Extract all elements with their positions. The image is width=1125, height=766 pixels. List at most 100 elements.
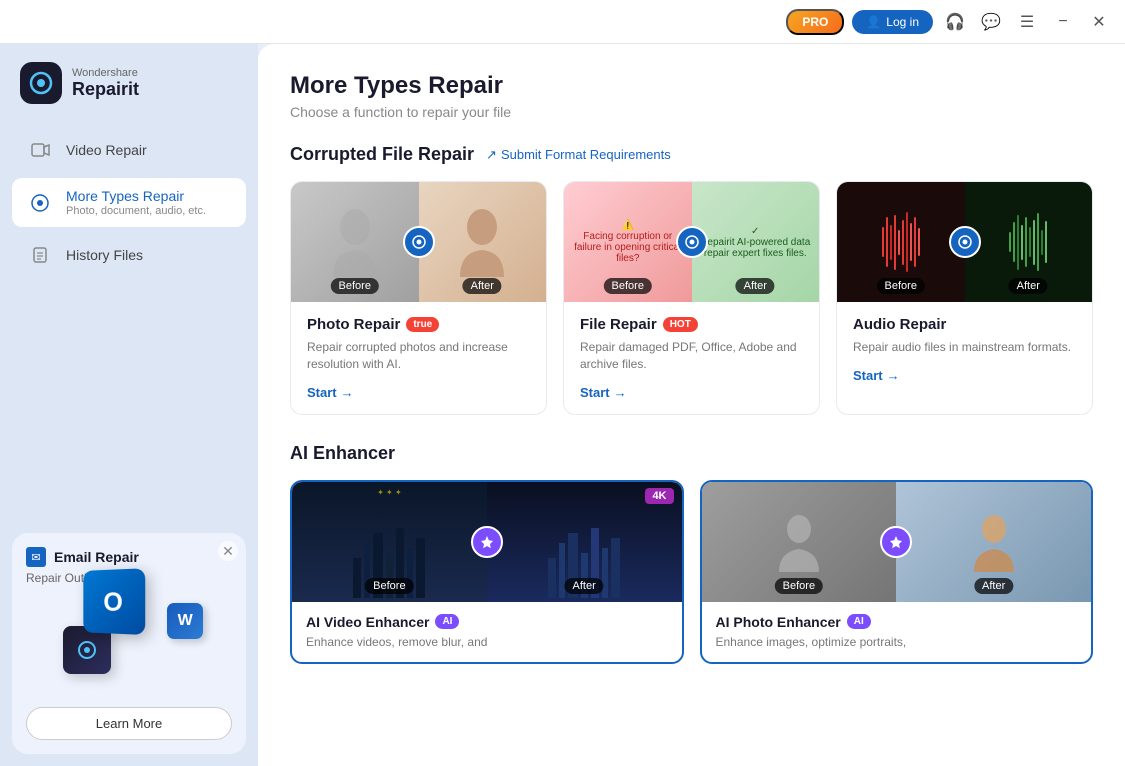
ai-photo-image: Before After bbox=[702, 482, 1092, 602]
title-bar: PRO 👤 Log in 🎧 💬 ☰ − ✕ bbox=[0, 0, 1125, 44]
audio-repair-card[interactable]: Before bbox=[836, 181, 1093, 415]
chat-icon[interactable]: 💬 bbox=[977, 8, 1005, 36]
video-repair-icon bbox=[26, 136, 54, 164]
submit-format-link[interactable]: ↗ Submit Format Requirements bbox=[486, 147, 671, 163]
ai-video-after: 4K After bbox=[487, 482, 682, 602]
ai-photo-title: AI Photo Enhancer bbox=[716, 614, 841, 630]
arrow-icon: → bbox=[614, 385, 627, 400]
ai-photo-icon bbox=[880, 526, 912, 558]
file-repair-image: ⚠️ Facing corruption or failure in openi… bbox=[564, 182, 819, 302]
history-files-label: History Files bbox=[66, 247, 143, 263]
sidebar: Wondershare Repairit Video Repair More T… bbox=[0, 44, 258, 766]
file-repair-icon bbox=[676, 226, 708, 258]
audio-repair-image: Before bbox=[837, 182, 1092, 302]
login-button[interactable]: 👤 Log in bbox=[852, 10, 933, 34]
file-after-label: After bbox=[736, 278, 775, 294]
ai-photo-before-label: Before bbox=[775, 578, 823, 594]
audio-repair-desc: Repair audio files in mainstream formats… bbox=[853, 339, 1076, 356]
ai-video-before: ✦ ✦ ✦ Before bbox=[292, 482, 487, 602]
arrow-icon: → bbox=[341, 385, 354, 400]
pro-badge[interactable]: PRO bbox=[786, 9, 844, 35]
promo-title: Email Repair bbox=[54, 549, 139, 565]
brand-name: Wondershare bbox=[72, 67, 139, 79]
minimize-button[interactable]: − bbox=[1049, 8, 1077, 36]
email-icon: ✉ bbox=[26, 547, 46, 567]
ai-video-icon bbox=[471, 526, 503, 558]
ai-video-badge: AI bbox=[435, 614, 459, 629]
photo-repair-title: Photo Repair bbox=[307, 316, 400, 333]
file-repair-card[interactable]: ⚠️ Facing corruption or failure in openi… bbox=[563, 181, 820, 415]
repair-cards-grid: Before After bbox=[290, 181, 1093, 415]
external-link-icon: ↗ bbox=[486, 147, 497, 163]
before-label: Before bbox=[331, 278, 379, 294]
file-repair-start[interactable]: Start → bbox=[580, 385, 627, 400]
fourk-badge: 4K bbox=[645, 488, 673, 504]
ai-enhancer-section-header: AI Enhancer bbox=[290, 443, 1093, 464]
promo-illustration: O W bbox=[26, 593, 232, 703]
audio-before: Before bbox=[837, 182, 965, 302]
photo-repair-icon bbox=[403, 226, 435, 258]
ai-photo-after: After bbox=[896, 482, 1091, 602]
learn-more-button[interactable]: Learn More bbox=[26, 707, 232, 740]
sidebar-item-history-files[interactable]: History Files bbox=[12, 231, 246, 279]
arrow-icon: → bbox=[887, 368, 900, 383]
photo-repair-hot-badge: true bbox=[406, 317, 439, 332]
menu-icon[interactable]: ☰ bbox=[1013, 8, 1041, 36]
main-content: More Types Repair Choose a function to r… bbox=[258, 44, 1125, 766]
sidebar-item-video-repair[interactable]: Video Repair bbox=[12, 126, 246, 174]
history-files-icon bbox=[26, 241, 54, 269]
ai-video-desc: Enhance videos, remove blur, and bbox=[306, 634, 668, 651]
ai-video-title: AI Video Enhancer bbox=[306, 614, 429, 630]
after-label: After bbox=[463, 278, 502, 294]
more-types-sub: Photo, document, audio, etc. bbox=[66, 205, 206, 217]
page-title: More Types Repair bbox=[290, 72, 1093, 100]
photo-after: After bbox=[419, 182, 547, 302]
audio-after: After bbox=[965, 182, 1093, 302]
app-layout: Wondershare Repairit Video Repair More T… bbox=[0, 44, 1125, 766]
audio-after-label: After bbox=[1009, 278, 1048, 294]
email-repair-promo: ✕ ✉ Email Repair Repair Outlook Files O … bbox=[12, 533, 246, 754]
photo-repair-start[interactable]: Start → bbox=[307, 385, 354, 400]
ai-photo-before: Before bbox=[702, 482, 897, 602]
ai-cards-grid: ✦ ✦ ✦ Before bbox=[290, 480, 1093, 665]
ai-video-enhancer-card[interactable]: ✦ ✦ ✦ Before bbox=[290, 480, 684, 665]
promo-close-button[interactable]: ✕ bbox=[218, 541, 238, 561]
close-button[interactable]: ✕ bbox=[1085, 8, 1113, 36]
audio-repair-icon bbox=[949, 226, 981, 258]
photo-repair-desc: Repair corrupted photos and increase res… bbox=[307, 339, 530, 373]
file-before-label: Before bbox=[604, 278, 652, 294]
section1-title: Corrupted File Repair bbox=[290, 144, 474, 165]
corrupted-file-repair-section-header: Corrupted File Repair ↗ Submit Format Re… bbox=[290, 144, 1093, 165]
photo-repair-image: Before After bbox=[291, 182, 546, 302]
file-before: ⚠️ Facing corruption or failure in openi… bbox=[564, 182, 692, 302]
outlook-cube: O bbox=[83, 568, 145, 635]
ai-video-image: ✦ ✦ ✦ Before bbox=[292, 482, 682, 602]
audio-before-label: Before bbox=[877, 278, 925, 294]
ai-photo-after-label: After bbox=[974, 578, 1013, 594]
file-repair-hot-badge: HOT bbox=[663, 317, 698, 332]
user-icon: 👤 bbox=[866, 15, 881, 29]
ai-video-before-label: Before bbox=[365, 578, 413, 594]
ai-photo-desc: Enhance images, optimize portraits, bbox=[716, 634, 1078, 651]
video-repair-label: Video Repair bbox=[66, 142, 147, 158]
headset-icon[interactable]: 🎧 bbox=[941, 8, 969, 36]
file-repair-desc: Repair damaged PDF, Office, Adobe and ar… bbox=[580, 339, 803, 373]
ai-photo-enhancer-card[interactable]: Before After bbox=[700, 480, 1094, 665]
more-types-icon bbox=[26, 189, 54, 217]
ai-photo-badge: AI bbox=[847, 614, 871, 629]
sidebar-nav: Video Repair More Types Repair Photo, do… bbox=[0, 118, 258, 521]
audio-repair-start[interactable]: Start → bbox=[853, 368, 900, 383]
app-logo-icon bbox=[20, 62, 62, 104]
ai-video-after-label: After bbox=[565, 578, 604, 594]
app-name: Repairit bbox=[72, 79, 139, 100]
sidebar-item-more-types-repair[interactable]: More Types Repair Photo, document, audio… bbox=[12, 178, 246, 227]
section2-title: AI Enhancer bbox=[290, 443, 395, 464]
photo-before: Before bbox=[291, 182, 419, 302]
app-logo: Wondershare Repairit bbox=[0, 44, 258, 118]
photo-repair-card[interactable]: Before After bbox=[290, 181, 547, 415]
more-types-label: More Types Repair bbox=[66, 188, 206, 204]
word-cube: W bbox=[167, 603, 203, 639]
file-after: ✓ Repairit AI-powered data repair expert… bbox=[692, 182, 820, 302]
audio-repair-title: Audio Repair bbox=[853, 316, 946, 333]
file-repair-title: File Repair bbox=[580, 316, 657, 333]
